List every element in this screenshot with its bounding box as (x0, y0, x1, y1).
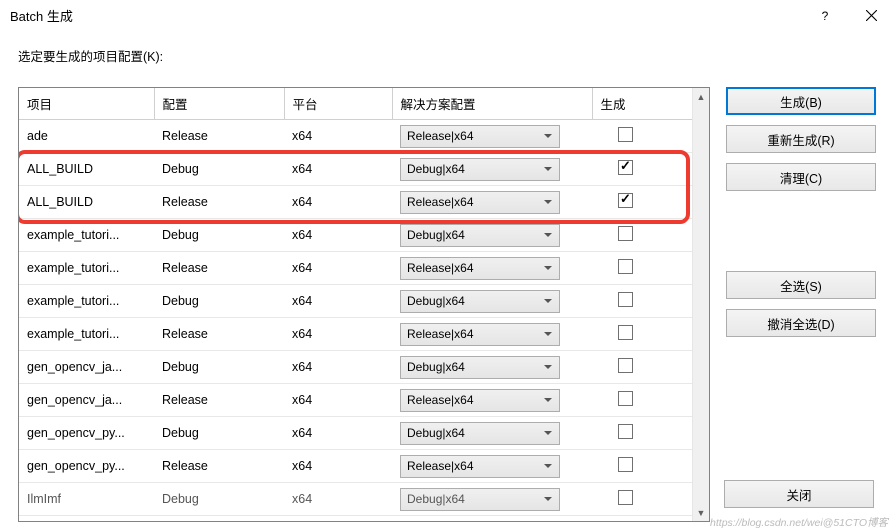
header-platform[interactable]: 平台 (284, 88, 392, 120)
clean-button[interactable]: 清理(C) (726, 163, 876, 191)
cell-config: Release (154, 384, 284, 417)
cell-platform: x64 (284, 318, 392, 351)
generate-checkbox[interactable] (618, 490, 633, 505)
table-row[interactable]: ALL_BUILDReleasex64 Release|x64 (19, 186, 692, 219)
table-header-row: 项目 配置 平台 解决方案配置 生成 (19, 88, 692, 120)
close-button[interactable]: 关闭 (724, 480, 874, 508)
rebuild-button[interactable]: 重新生成(R) (726, 125, 876, 153)
help-button[interactable]: ? (802, 0, 848, 32)
cell-config: Release (154, 120, 284, 153)
solution-dropdown[interactable]: Debug|x64 (400, 158, 560, 181)
cell-project: example_tutori... (19, 252, 154, 285)
cell-platform: x64 (284, 417, 392, 450)
deselect-all-button[interactable]: 撤消全选(D) (726, 309, 876, 337)
solution-dropdown[interactable]: Release|x64 (400, 191, 560, 214)
cell-config: Debug (154, 351, 284, 384)
generate-checkbox[interactable] (618, 358, 633, 373)
table-row[interactable]: adeReleasex64 Release|x64 (19, 120, 692, 153)
solution-dropdown[interactable]: Debug|x64 (400, 422, 560, 445)
window-title: Batch 生成 (10, 6, 802, 25)
cell-config: Debug (154, 483, 284, 516)
header-generate[interactable]: 生成 (592, 88, 692, 120)
cell-project: ade (19, 120, 154, 153)
scroll-up-icon[interactable]: ▲ (693, 88, 709, 105)
generate-checkbox[interactable] (618, 325, 633, 340)
cell-config: Debug (154, 417, 284, 450)
cell-project: gen_opencv_py... (19, 450, 154, 483)
cell-platform: x64 (284, 252, 392, 285)
cell-project: gen_opencv_ja... (19, 384, 154, 417)
close-icon[interactable] (848, 0, 894, 32)
solution-dropdown[interactable]: Release|x64 (400, 257, 560, 280)
solution-dropdown[interactable]: Debug|x64 (400, 224, 560, 247)
build-button[interactable]: 生成(B) (726, 87, 876, 115)
cell-project: ALL_BUILD (19, 186, 154, 219)
cell-project: example_tutori... (19, 285, 154, 318)
cell-config: Debug (154, 285, 284, 318)
table-row[interactable]: IlmImfDebugx64 Debug|x64 (19, 483, 692, 516)
cell-platform: x64 (284, 384, 392, 417)
solution-dropdown[interactable]: Debug|x64 (400, 488, 560, 511)
cell-platform: x64 (284, 285, 392, 318)
solution-dropdown[interactable]: Debug|x64 (400, 356, 560, 379)
table-row[interactable]: example_tutori...Releasex64 Release|x64 (19, 252, 692, 285)
cell-config: Release (154, 252, 284, 285)
header-config[interactable]: 配置 (154, 88, 284, 120)
cell-platform: x64 (284, 153, 392, 186)
scroll-down-icon[interactable]: ▼ (693, 504, 709, 521)
select-all-button[interactable]: 全选(S) (726, 271, 876, 299)
solution-dropdown[interactable]: Release|x64 (400, 389, 560, 412)
watermark-text: https://blog.csdn.net/wei@51CTO博客 (710, 515, 888, 530)
cell-project: ALL_BUILD (19, 153, 154, 186)
header-project[interactable]: 项目 (19, 88, 154, 120)
generate-checkbox[interactable] (618, 457, 633, 472)
solution-dropdown[interactable]: Release|x64 (400, 323, 560, 346)
header-solution[interactable]: 解决方案配置 (392, 88, 592, 120)
cell-config: Release (154, 450, 284, 483)
cell-platform: x64 (284, 450, 392, 483)
cell-platform: x64 (284, 120, 392, 153)
generate-checkbox[interactable] (618, 160, 633, 175)
table-row[interactable]: ALL_BUILDDebugx64 Debug|x64 (19, 153, 692, 186)
cell-config: Debug (154, 153, 284, 186)
cell-config: Debug (154, 219, 284, 252)
table-row[interactable]: example_tutori...Debugx64 Debug|x64 (19, 285, 692, 318)
table-row[interactable]: gen_opencv_ja...Debugx64 Debug|x64 (19, 351, 692, 384)
table-row[interactable]: gen_opencv_py...Debugx64 Debug|x64 (19, 417, 692, 450)
projects-table: 项目 配置 平台 解决方案配置 生成 adeReleasex64Release|… (18, 87, 710, 522)
generate-checkbox[interactable] (618, 424, 633, 439)
cell-config: Release (154, 186, 284, 219)
cell-platform: x64 (284, 186, 392, 219)
cell-project: IlmImf (19, 483, 154, 516)
cell-project: example_tutori... (19, 318, 154, 351)
table-row[interactable]: example_tutori...Debugx64 Debug|x64 (19, 219, 692, 252)
instruction-label: 选定要生成的项目配置(K): (18, 46, 876, 65)
generate-checkbox[interactable] (618, 391, 633, 406)
generate-checkbox[interactable] (618, 127, 633, 142)
cell-platform: x64 (284, 351, 392, 384)
table-row[interactable]: gen_opencv_ja...Releasex64 Release|x64 (19, 384, 692, 417)
cell-project: gen_opencv_py... (19, 417, 154, 450)
cell-project: example_tutori... (19, 219, 154, 252)
generate-checkbox[interactable] (618, 259, 633, 274)
cell-platform: x64 (284, 219, 392, 252)
solution-dropdown[interactable]: Debug|x64 (400, 290, 560, 313)
cell-config: Release (154, 318, 284, 351)
solution-dropdown[interactable]: Release|x64 (400, 125, 560, 148)
solution-dropdown[interactable]: Release|x64 (400, 455, 560, 478)
generate-checkbox[interactable] (618, 292, 633, 307)
cell-platform: x64 (284, 483, 392, 516)
vertical-scrollbar[interactable]: ▲ ▼ (692, 88, 709, 521)
generate-checkbox[interactable] (618, 226, 633, 241)
table-row[interactable]: example_tutori...Releasex64 Release|x64 (19, 318, 692, 351)
table-row[interactable]: gen_opencv_py...Releasex64 Release|x64 (19, 450, 692, 483)
titlebar: Batch 生成 ? (0, 0, 894, 32)
generate-checkbox[interactable] (618, 193, 633, 208)
action-panel: 生成(B) 重新生成(R) 清理(C) 全选(S) 撤消全选(D) (726, 87, 876, 522)
cell-project: gen_opencv_ja... (19, 351, 154, 384)
